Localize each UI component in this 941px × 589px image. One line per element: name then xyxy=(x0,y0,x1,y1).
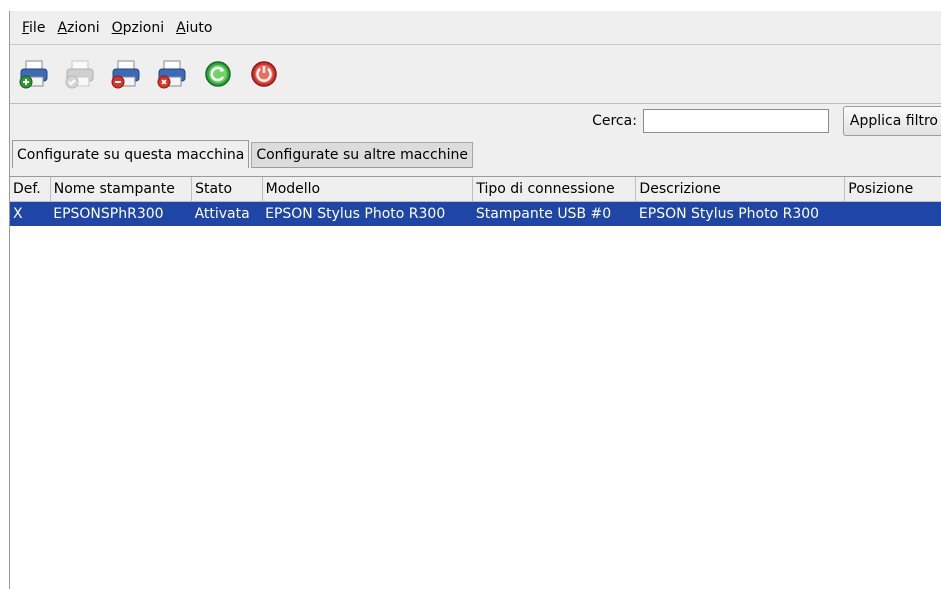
printer-list: Def. Nome stampante Stato Modello Tipo d… xyxy=(10,176,941,589)
menu-aiuto-label: iuto xyxy=(185,19,213,36)
menu-opzioni-accel: O xyxy=(111,19,123,36)
shutdown-button[interactable] xyxy=(246,56,282,92)
printer-remove-icon xyxy=(111,60,140,89)
cell-description: EPSON Stylus Photo R300 xyxy=(635,201,845,226)
add-printer-button[interactable] xyxy=(16,56,52,92)
search-input[interactable] xyxy=(642,109,829,133)
printer-table: Def. Nome stampante Stato Modello Tipo d… xyxy=(10,177,941,226)
printer-manager-window: File Azioni Opzioni Aiuto Cerca: Applica… xyxy=(9,11,941,589)
search-bar: Cerca: Applica filtro xyxy=(10,104,941,138)
column-header-description[interactable]: Descrizione xyxy=(635,177,846,202)
tab-this-machine[interactable]: Configurate su questa macchina xyxy=(12,140,250,168)
table-row[interactable]: X EPSONSPhR300 Attivata EPSON Stylus Pho… xyxy=(10,201,941,226)
menu-file[interactable]: File xyxy=(16,20,51,36)
toolbar xyxy=(10,45,941,104)
menu-file-label: ile xyxy=(29,19,46,36)
cell-name: EPSONSPhR300 xyxy=(50,201,192,226)
tab-bar: Configurate su questa macchina Configura… xyxy=(10,138,941,168)
menu-file-accel: F xyxy=(22,19,30,36)
printer-properties-button[interactable] xyxy=(154,56,190,92)
cell-def: X xyxy=(10,201,51,226)
cell-model: EPSON Stylus Photo R300 xyxy=(262,201,473,226)
menu-aiuto[interactable]: Aiuto xyxy=(170,20,218,36)
column-header-def[interactable]: Def. xyxy=(10,177,51,202)
menu-azioni[interactable]: Azioni xyxy=(51,20,105,36)
remove-printer-button[interactable] xyxy=(108,56,144,92)
column-header-name[interactable]: Nome stampante xyxy=(50,177,193,202)
tab-other-machines[interactable]: Configurate su altre macchine xyxy=(251,142,473,168)
table-header: Def. Nome stampante Stato Modello Tipo d… xyxy=(10,177,941,202)
search-label: Cerca: xyxy=(592,113,637,129)
menu-azioni-accel: A xyxy=(57,19,68,36)
menu-opzioni[interactable]: Opzioni xyxy=(106,20,170,36)
cell-connection: Stampante USB #0 xyxy=(472,201,636,226)
menu-opzioni-label: pzioni xyxy=(122,19,165,36)
power-red-icon xyxy=(251,61,277,87)
refresh-green-icon xyxy=(205,61,231,87)
cell-location xyxy=(844,201,941,226)
printer-disabled-icon xyxy=(65,60,94,89)
menubar: File Azioni Opzioni Aiuto xyxy=(10,11,941,45)
column-header-connection[interactable]: Tipo di connessione xyxy=(472,177,637,202)
menu-azioni-label: zioni xyxy=(67,19,100,36)
refresh-button[interactable] xyxy=(200,56,236,92)
disabled-printer-button[interactable] xyxy=(62,56,98,92)
cell-status: Attivata xyxy=(191,201,263,226)
apply-filter-button[interactable]: Applica filtro xyxy=(842,106,941,136)
menu-aiuto-accel: A xyxy=(176,19,186,36)
column-header-status[interactable]: Stato xyxy=(191,177,263,202)
column-header-model[interactable]: Modello xyxy=(262,177,474,202)
column-header-location[interactable]: Posizione xyxy=(844,177,941,202)
printer-add-icon xyxy=(19,60,48,89)
printer-properties-icon xyxy=(157,60,186,89)
